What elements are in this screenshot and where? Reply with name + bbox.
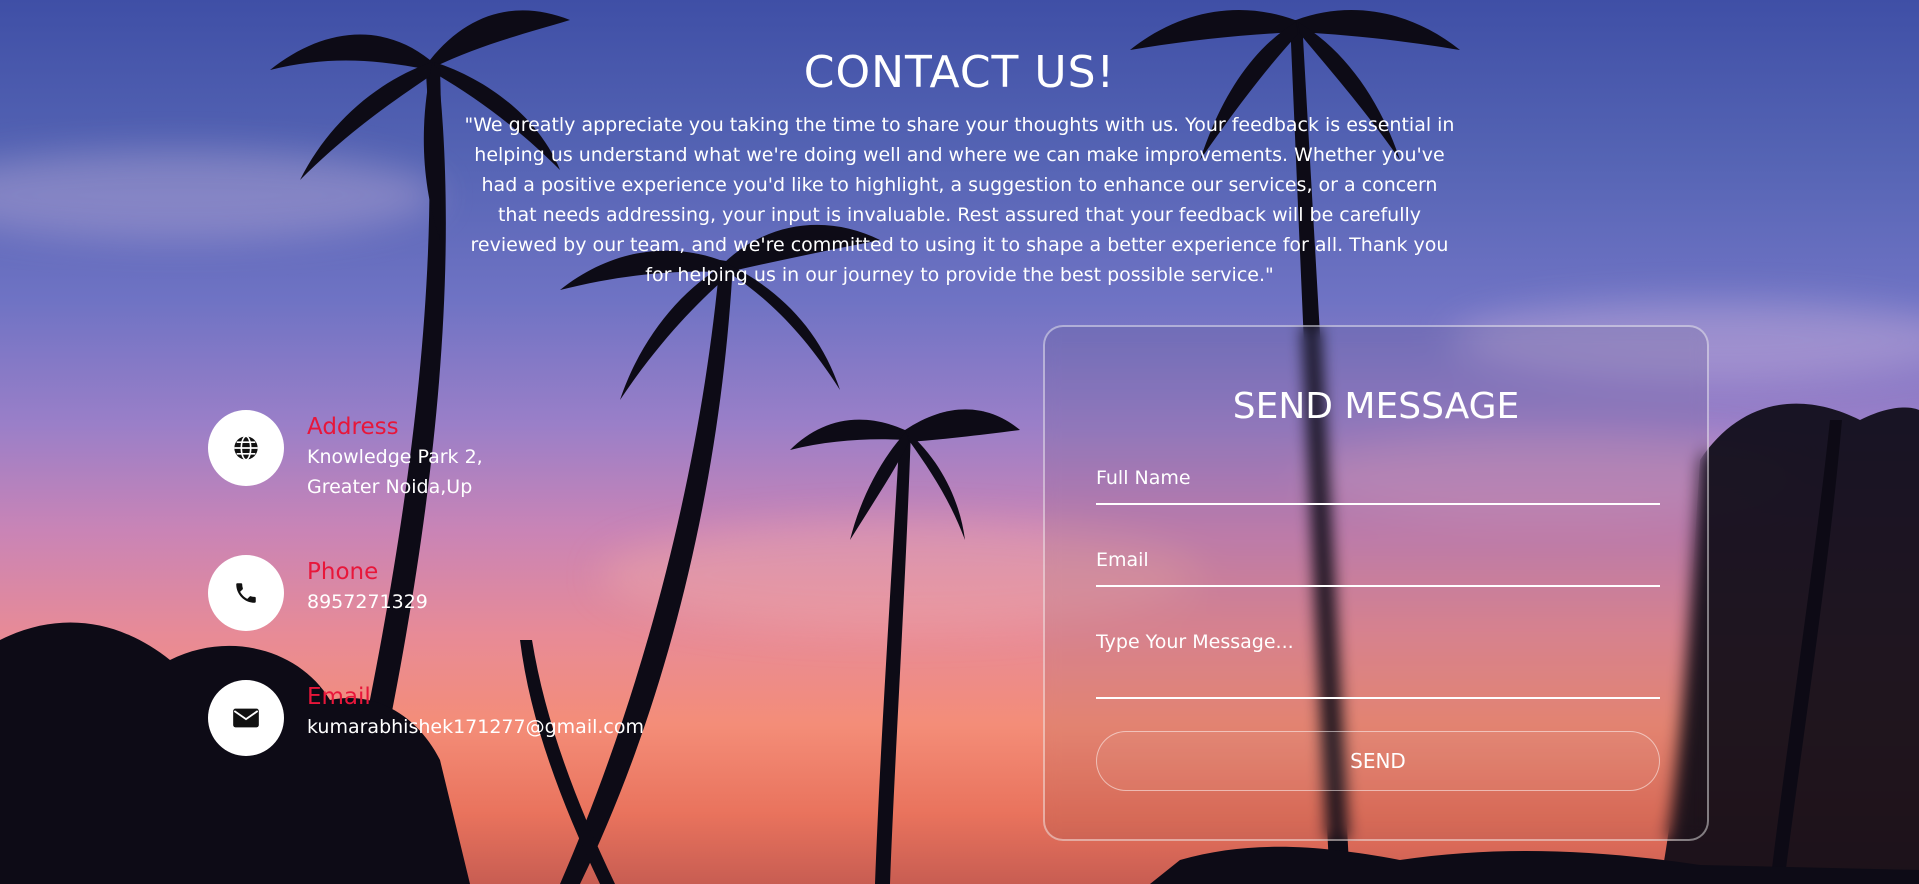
page-title: CONTACT US!: [803, 47, 1116, 98]
envelope-icon: [233, 708, 259, 728]
send-button[interactable]: SEND: [1096, 731, 1660, 791]
page-header: CONTACT US! "We greatly appreciate you t…: [0, 40, 1919, 290]
address-line-2: Greater Noida,Up: [307, 476, 473, 498]
email-text: Email kumarabhishek171277@gmail.com: [307, 682, 644, 742]
send-message-form: SEND MESSAGE SEND: [1043, 325, 1709, 841]
phone-value: 8957271329: [307, 591, 428, 613]
full-name-field-wrapper: [1096, 467, 1660, 505]
address-line-1: Knowledge Park 2,: [307, 446, 483, 468]
phone-icon-circle: [208, 555, 284, 631]
contact-page: CONTACT US! "We greatly appreciate you t…: [0, 0, 1919, 884]
globe-icon: [234, 435, 258, 461]
phone-label: Phone: [307, 559, 379, 585]
email-input[interactable]: [1096, 549, 1660, 571]
message-field-wrapper: [1096, 631, 1660, 699]
intro-paragraph: "We greatly appreciate you taking the ti…: [464, 114, 1455, 286]
phone-text: Phone 8957271329: [307, 557, 428, 617]
address-icon-circle: [208, 410, 284, 486]
phone-icon: [236, 583, 256, 603]
address-text: Address Knowledge Park 2, Greater Noida,…: [307, 412, 483, 502]
email-value: kumarabhishek171277@gmail.com: [307, 716, 644, 738]
message-textarea[interactable]: [1096, 631, 1660, 675]
email-field-wrapper: [1096, 549, 1660, 587]
address-label: Address: [307, 414, 399, 440]
full-name-input[interactable]: [1096, 467, 1660, 489]
form-title: SEND MESSAGE: [1232, 386, 1520, 427]
email-label: Email: [307, 684, 371, 710]
email-icon-circle: [208, 680, 284, 756]
